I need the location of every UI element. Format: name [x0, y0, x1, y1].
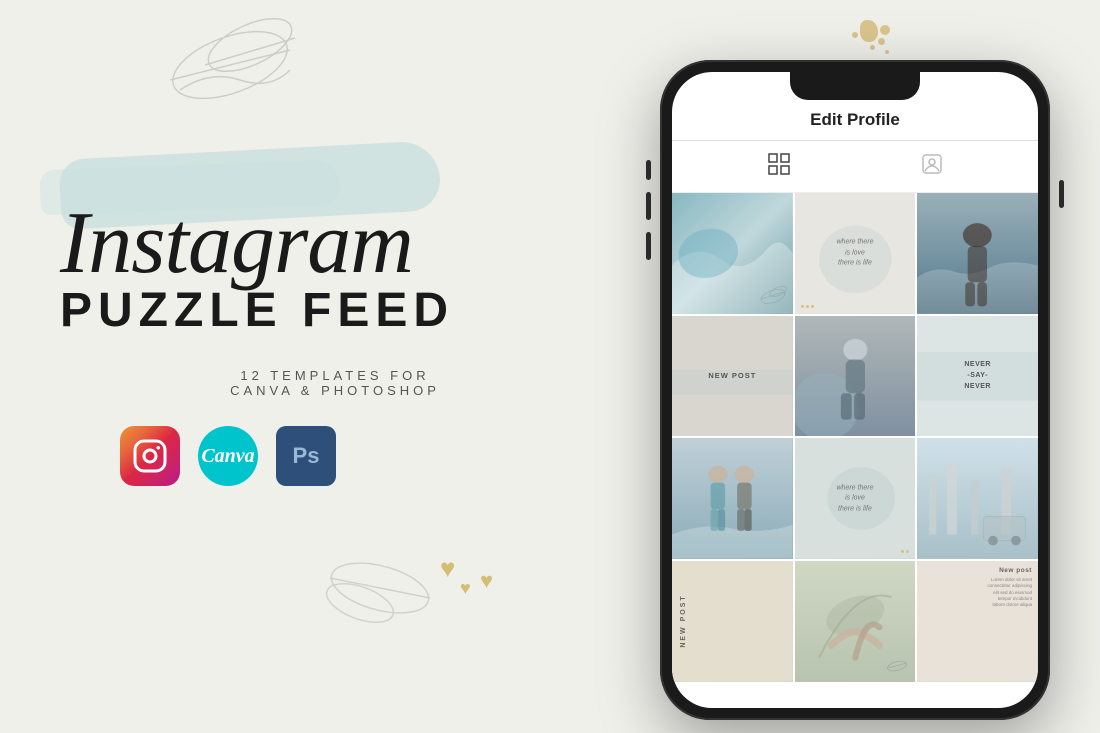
phone-side-buttons-right: [1059, 180, 1064, 208]
tab-person[interactable]: [921, 153, 943, 180]
grid-cell-r1c2: where thereis lovethere is life: [795, 193, 916, 314]
grid-cell-r3c2: where thereis lovethere is life: [795, 438, 916, 559]
grid-cell-r1c1: [672, 193, 793, 314]
left-content-area: Instagram PUZZLE FEED 12 TEMPLATES FOR C…: [60, 200, 610, 486]
grid-cell-r3c1: [672, 438, 793, 559]
grid-cell-r4c1: NEW POST: [672, 561, 793, 682]
grid-cell-r2c2: [795, 316, 916, 437]
grid-cell-r2c1: NEW POST: [672, 316, 793, 437]
title-puzzle-feed: PUZZLE FEED: [60, 283, 610, 338]
instagram-icon: [120, 426, 180, 486]
photoshop-icon: Ps: [276, 426, 336, 486]
instagram-tabs[interactable]: [672, 141, 1038, 193]
profile-header-title: Edit Profile: [688, 110, 1022, 130]
phone-outer-frame: Edit Profile: [660, 60, 1050, 720]
phone-screen: Edit Profile: [672, 72, 1038, 708]
canva-icon: Canva: [198, 426, 258, 486]
grid-cell-r4c3: New post Lorem dolor sit ametconsectetur…: [917, 561, 1038, 682]
grid-cell-r4c2: [795, 561, 916, 682]
phone-side-buttons-left: [646, 160, 651, 260]
leaf-decoration-top: [150, 10, 310, 120]
leaf-decoration-bottom: [320, 543, 440, 633]
instagram-grid: where thereis lovethere is life: [672, 193, 1038, 682]
app-icons-row: Canva Ps: [120, 426, 610, 486]
tab-grid[interactable]: [768, 153, 790, 180]
title-instagram: Instagram: [60, 200, 610, 288]
grid-cell-r2c3: NEVER-SAY-NEVER: [917, 316, 1038, 437]
subtitle-templates: 12 TEMPLATES FOR CANVA & PHOTOSHOP: [60, 368, 610, 398]
phone-mockup: Edit Profile: [660, 60, 1050, 720]
phone-notch: [790, 72, 920, 100]
grid-cell-r3c3: [917, 438, 1038, 559]
grid-cell-r1c3: [917, 193, 1038, 314]
